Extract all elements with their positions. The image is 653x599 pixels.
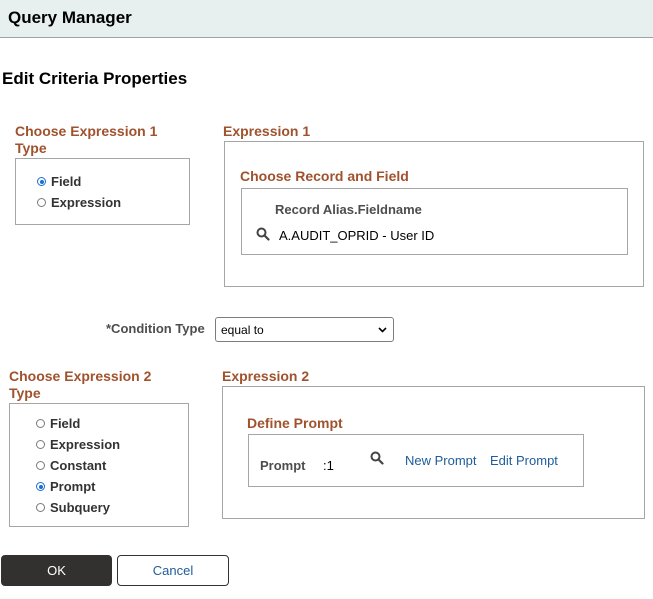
radio-checked-icon[interactable]: [36, 482, 45, 491]
expr1-radio-expression[interactable]: Expression: [37, 195, 121, 210]
radio-label: Constant: [50, 458, 107, 473]
expr1-type-group: Field Expression: [15, 158, 190, 225]
expr2-type-heading: Choose Expression 2 Type: [9, 368, 151, 402]
prompt-grid: Prompt :1 New Prompt Edit Prompt: [248, 434, 584, 487]
cancel-button[interactable]: Cancel: [117, 555, 229, 586]
condition-type-select[interactable]: equal to: [215, 317, 394, 342]
expr1-type-heading-line2: Type: [15, 140, 47, 156]
app-title: Query Manager: [8, 8, 132, 27]
edit-prompt-link[interactable]: Edit Prompt: [490, 453, 558, 468]
new-prompt-link[interactable]: New Prompt: [405, 453, 477, 468]
condition-type-label: *Condition Type: [106, 321, 205, 336]
expr2-type-heading-line1: Choose Expression 2: [9, 368, 152, 384]
expr2-radio-field[interactable]: Field: [36, 416, 80, 431]
record-alias-column-header: Record Alias.Fieldname: [275, 202, 422, 217]
radio-icon[interactable]: [36, 419, 45, 428]
expr2-radio-expression[interactable]: Expression: [36, 437, 120, 452]
expr2-panel: Define Prompt Prompt :1 New Prompt Edit …: [222, 386, 645, 519]
choose-record-field-heading: Choose Record and Field: [240, 168, 409, 184]
radio-label: Prompt: [50, 479, 96, 494]
expr2-heading: Expression 2: [222, 368, 310, 384]
record-field-value: A.AUDIT_OPRID - User ID: [279, 228, 435, 243]
search-icon[interactable]: [256, 227, 270, 241]
radio-checked-icon[interactable]: [37, 177, 46, 186]
search-icon[interactable]: [370, 451, 384, 465]
expr2-radio-prompt[interactable]: Prompt: [36, 479, 96, 494]
expr1-heading: Expression 1: [223, 123, 311, 139]
page-title: Edit Criteria Properties: [2, 69, 188, 88]
header-bar: Query Manager: [0, 0, 653, 38]
radio-label: Expression: [51, 195, 122, 210]
radio-icon[interactable]: [37, 198, 46, 207]
radio-label: Expression: [50, 437, 121, 452]
ok-button[interactable]: OK: [1, 555, 112, 586]
radio-icon[interactable]: [36, 440, 45, 449]
radio-label: Subquery: [50, 500, 110, 515]
expr2-radio-constant[interactable]: Constant: [36, 458, 106, 473]
radio-label: Field: [50, 416, 81, 431]
radio-icon[interactable]: [36, 503, 45, 512]
expr1-panel: Choose Record and Field Record Alias.Fie…: [224, 141, 644, 287]
expr1-type-heading: Choose Expression 1 Type: [15, 123, 157, 157]
prompt-label: Prompt: [260, 458, 306, 473]
expr1-type-heading-line1: Choose Expression 1: [15, 123, 158, 139]
chevron-down-icon: [378, 327, 387, 333]
define-prompt-heading: Define Prompt: [247, 415, 343, 431]
condition-type-value: equal to: [221, 322, 264, 337]
expr2-type-group: Field Expression Constant Prompt Subquer…: [9, 403, 189, 527]
expr2-radio-subquery[interactable]: Subquery: [36, 500, 110, 515]
radio-label: Field: [51, 174, 82, 189]
radio-icon[interactable]: [36, 461, 45, 470]
prompt-value: :1: [323, 458, 334, 473]
expr2-type-heading-line2: Type: [9, 385, 41, 401]
record-field-grid: Record Alias.Fieldname A.AUDIT_OPRID - U…: [241, 188, 628, 255]
expr1-radio-field[interactable]: Field: [37, 174, 81, 189]
